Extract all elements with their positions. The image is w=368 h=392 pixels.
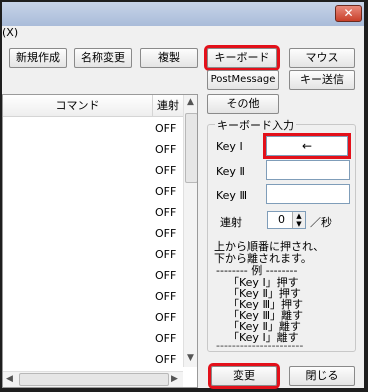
- table-row[interactable]: OFF: [3, 307, 183, 328]
- rate-value[interactable]: 0: [278, 213, 285, 226]
- table-row[interactable]: OFF: [3, 139, 183, 160]
- scroll-right-icon[interactable]: ▶: [171, 374, 178, 384]
- horizontal-scrollbar[interactable]: ◀ ▶: [3, 371, 183, 387]
- key3-field[interactable]: [266, 184, 350, 204]
- new-button[interactable]: 新規作成: [9, 48, 67, 68]
- scroll-up-icon[interactable]: ▲: [187, 97, 194, 107]
- table-row[interactable]: OFF: [3, 181, 183, 202]
- rapid-fire-cell: OFF: [155, 185, 177, 198]
- rapid-fire-cell: OFF: [155, 311, 177, 324]
- rapid-fire-cell: OFF: [155, 248, 177, 261]
- duplicate-button[interactable]: 複製: [140, 48, 198, 68]
- example-footer: ----------------------: [216, 339, 304, 352]
- rapid-fire-cell: OFF: [155, 332, 177, 345]
- keyboard-button[interactable]: キーボード: [204, 45, 280, 71]
- rename-button[interactable]: 名称変更: [74, 48, 132, 68]
- rapid-fire-cell: OFF: [155, 290, 177, 303]
- keyboard-input-title: キーボード入力: [215, 117, 296, 133]
- table-row[interactable]: OFF: [3, 202, 183, 223]
- scroll-down-icon[interactable]: ▼: [187, 353, 194, 363]
- key2-label: Key Ⅱ: [216, 165, 245, 178]
- vertical-scrollbar[interactable]: ▲ ▼: [183, 95, 197, 367]
- column-header-command[interactable]: コマンド: [3, 95, 153, 117]
- key3-label: Key Ⅲ: [216, 189, 248, 202]
- key1-field[interactable]: ←: [263, 133, 351, 159]
- scroll-thumb[interactable]: [185, 113, 197, 183]
- table-row[interactable]: OFF: [3, 265, 183, 286]
- rapid-fire-cell: OFF: [155, 353, 177, 366]
- close-icon: ✕: [343, 6, 354, 20]
- key-send-button[interactable]: キー送信: [289, 70, 355, 90]
- rapid-fire-cell: OFF: [155, 269, 177, 282]
- table-row[interactable]: OFF: [3, 349, 183, 370]
- change-button[interactable]: 変更: [208, 363, 280, 389]
- table-row[interactable]: OFF: [3, 223, 183, 244]
- spin-up-icon[interactable]: ▲: [292, 212, 305, 220]
- scroll-left-icon[interactable]: ◀: [6, 374, 13, 384]
- rapid-fire-cell: OFF: [155, 227, 177, 240]
- rapid-fire-cell: OFF: [155, 143, 177, 156]
- other-button[interactable]: その他: [207, 94, 279, 114]
- rate-stepper[interactable]: 0 ▲ ▼: [267, 211, 306, 229]
- window-frame: ✕ (X) 新規作成 名称変更 複製 キーボード マウス PostMessage…: [0, 0, 368, 392]
- table-row[interactable]: OFF: [3, 328, 183, 349]
- rate-label: 連射: [220, 216, 242, 229]
- postmessage-button[interactable]: PostMessage: [207, 70, 279, 90]
- rapid-fire-cell: OFF: [155, 206, 177, 219]
- column-header-rapid[interactable]: 連射: [153, 95, 183, 117]
- menu-fragment[interactable]: (X): [2, 26, 18, 39]
- spin-down-icon[interactable]: ▼: [292, 220, 305, 228]
- table-row[interactable]: OFF: [3, 118, 183, 139]
- table-row[interactable]: OFF: [3, 244, 183, 265]
- mouse-button[interactable]: マウス: [289, 48, 355, 68]
- hscroll-thumb[interactable]: [19, 373, 169, 386]
- table-row[interactable]: OFF: [3, 286, 183, 307]
- dialog-client-area: (X) 新規作成 名称変更 複製 キーボード マウス PostMessage キ…: [2, 26, 364, 389]
- key1-label: Key Ⅰ: [216, 140, 243, 153]
- key2-field[interactable]: [266, 160, 350, 180]
- close-dialog-button[interactable]: 閉じる: [289, 366, 355, 386]
- title-bar[interactable]: ✕: [2, 2, 364, 26]
- rapid-fire-cell: OFF: [155, 122, 177, 135]
- close-button[interactable]: ✕: [335, 5, 362, 22]
- rapid-fire-cell: OFF: [155, 164, 177, 177]
- rate-unit: ／秒: [310, 216, 332, 229]
- table-row[interactable]: OFF: [3, 160, 183, 181]
- command-list[interactable]: コマンド 連射 OFF OFF OFF OFF OFF OFF OFF OFF OFF OFF OF…: [2, 94, 198, 388]
